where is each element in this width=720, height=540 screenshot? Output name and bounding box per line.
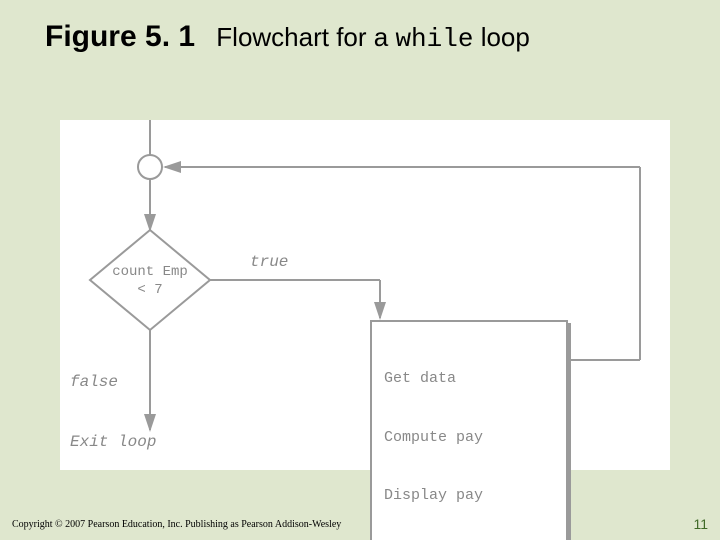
copyright-text: Copyright © 2007 Pearson Education, Inc.… [12, 519, 341, 530]
slide: Figure 5. 1 Flowchart for a while loop [0, 0, 720, 540]
page-number: 11 [693, 516, 708, 532]
process-line2: Compute pay [384, 428, 554, 448]
false-label: false [70, 372, 118, 392]
caption-prefix: Flowchart for a [216, 22, 395, 52]
process-line3: Display pay [384, 486, 554, 506]
decision-line1: count Emp [100, 264, 200, 282]
caption-mono: while [395, 24, 473, 54]
decision-text: count Emp < 7 [100, 264, 200, 299]
caption-suffix: loop [473, 22, 529, 52]
exit-label: Exit loop [70, 432, 156, 452]
flowchart-canvas: count Emp < 7 true false Exit loop Get d… [60, 120, 670, 470]
process-box: Get data Compute pay Display pay Increas… [370, 320, 568, 540]
process-line1: Get data [384, 369, 554, 389]
decision-line2: < 7 [100, 282, 200, 300]
true-label: true [250, 252, 288, 272]
figure-number: Figure 5. 1 [45, 20, 195, 53]
connector-node [138, 155, 162, 179]
figure-title: Figure 5. 1 Flowchart for a while loop [45, 20, 530, 54]
